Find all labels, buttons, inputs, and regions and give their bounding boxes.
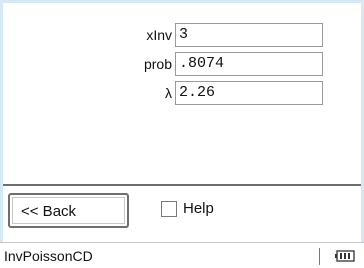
field-row-prob: prob .8074 (3, 52, 361, 76)
prob-label: prob (143, 56, 172, 72)
xinv-input[interactable]: 3 (175, 23, 323, 47)
field-row-lambda: λ 2.26 (3, 81, 361, 105)
lambda-input[interactable]: 2.26 (175, 81, 323, 105)
back-button[interactable]: << Back (8, 193, 129, 228)
back-button-label: << Back (12, 197, 125, 224)
status-separator (319, 248, 320, 265)
status-title: InvPoissonCD (4, 248, 93, 264)
help-checkbox[interactable] (161, 201, 177, 217)
field-row-xinv: xInv 3 (3, 23, 361, 47)
prob-input[interactable]: .8074 (175, 52, 323, 76)
divider (3, 184, 361, 186)
xinv-label: xInv (146, 27, 172, 43)
help-label[interactable]: Help (183, 199, 214, 219)
lambda-label: λ (165, 85, 172, 101)
battery-icon (335, 250, 355, 262)
status-bar: InvPoissonCD (0, 242, 364, 268)
